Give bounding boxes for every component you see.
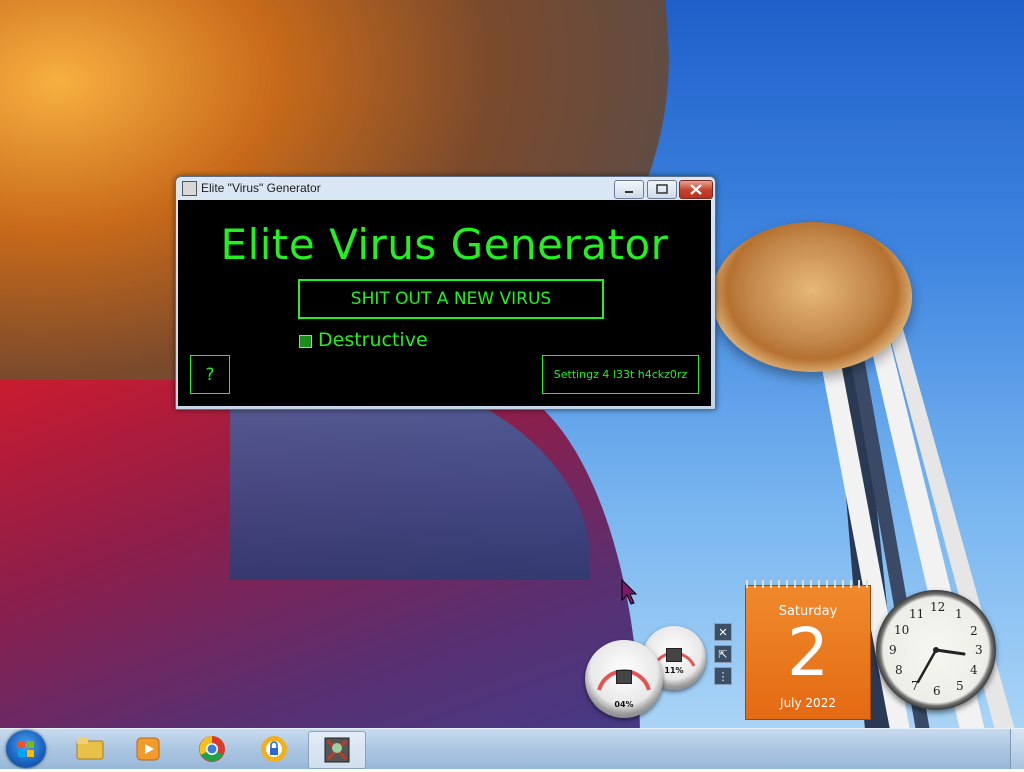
taskbar-item-chrome[interactable] (184, 731, 240, 767)
cpu-chip-icon (616, 670, 632, 684)
calendar-rings (746, 580, 870, 588)
window-titlebar[interactable]: Elite "Virus" Generator (176, 177, 715, 199)
window-title: Elite "Virus" Generator (201, 181, 321, 195)
destructive-label[interactable]: Destructive (318, 329, 428, 351)
settings-button[interactable]: Settingz 4 l33t h4ckz0rz (542, 355, 699, 394)
close-icon (690, 184, 702, 195)
chrome-icon (199, 736, 225, 762)
taskbar-item-vpn-app[interactable] (246, 731, 302, 767)
taskbar-item-media-player[interactable] (120, 731, 176, 767)
calendar-gadget[interactable]: Saturday 2 July 2022 (745, 580, 871, 720)
calendar-month: July 2022 (780, 696, 836, 710)
close-button[interactable] (679, 180, 713, 199)
gadget-controls: ✕ ⇱ ⋮ (714, 623, 732, 685)
app-heading: Elite Virus Generator (220, 220, 669, 269)
media-player-icon (136, 737, 160, 761)
memory-meter-value: 11% (664, 666, 684, 675)
maximize-button[interactable] (647, 180, 677, 199)
clock-gadget[interactable]: 12 1 2 3 4 5 6 7 8 9 10 11 (876, 590, 996, 710)
show-desktop-button[interactable] (1010, 729, 1024, 769)
gadget-close-icon[interactable]: ✕ (714, 623, 732, 641)
calendar-date: 2 (787, 614, 829, 691)
help-button[interactable]: ? (190, 355, 230, 394)
app-icon (324, 737, 350, 763)
clock-hands (916, 647, 966, 684)
wallpaper-space-needle-top (712, 222, 912, 372)
minimize-button[interactable] (614, 180, 644, 199)
destructive-checkbox[interactable] (299, 335, 312, 348)
cpu-meter-gadget[interactable]: 04% (585, 640, 663, 718)
gadget-drag-handle[interactable]: ⋮ (714, 667, 732, 685)
app-icon (182, 181, 197, 196)
mouse-cursor-icon (621, 578, 638, 605)
taskbar (0, 728, 1024, 769)
windows-logo-icon (18, 741, 34, 757)
folder-icon (76, 738, 104, 760)
minimize-icon (625, 191, 633, 193)
cpu-meter-value: 04% (614, 700, 634, 709)
taskbar-item-elite-virus-generator[interactable] (308, 731, 366, 769)
window-client: Elite Virus Generator SHIT OUT A NEW VIR… (178, 200, 711, 406)
new-virus-button[interactable]: SHIT OUT A NEW VIRUS (298, 279, 604, 319)
app-window[interactable]: Elite "Virus" Generator Elite Virus Gene… (175, 176, 716, 410)
gadget-resize-icon[interactable]: ⇱ (714, 645, 732, 663)
maximize-icon (656, 184, 668, 194)
lock-icon (261, 736, 287, 762)
taskbar-item-file-explorer[interactable] (62, 731, 118, 767)
memory-chip-icon (666, 648, 682, 662)
start-button[interactable] (6, 730, 46, 768)
